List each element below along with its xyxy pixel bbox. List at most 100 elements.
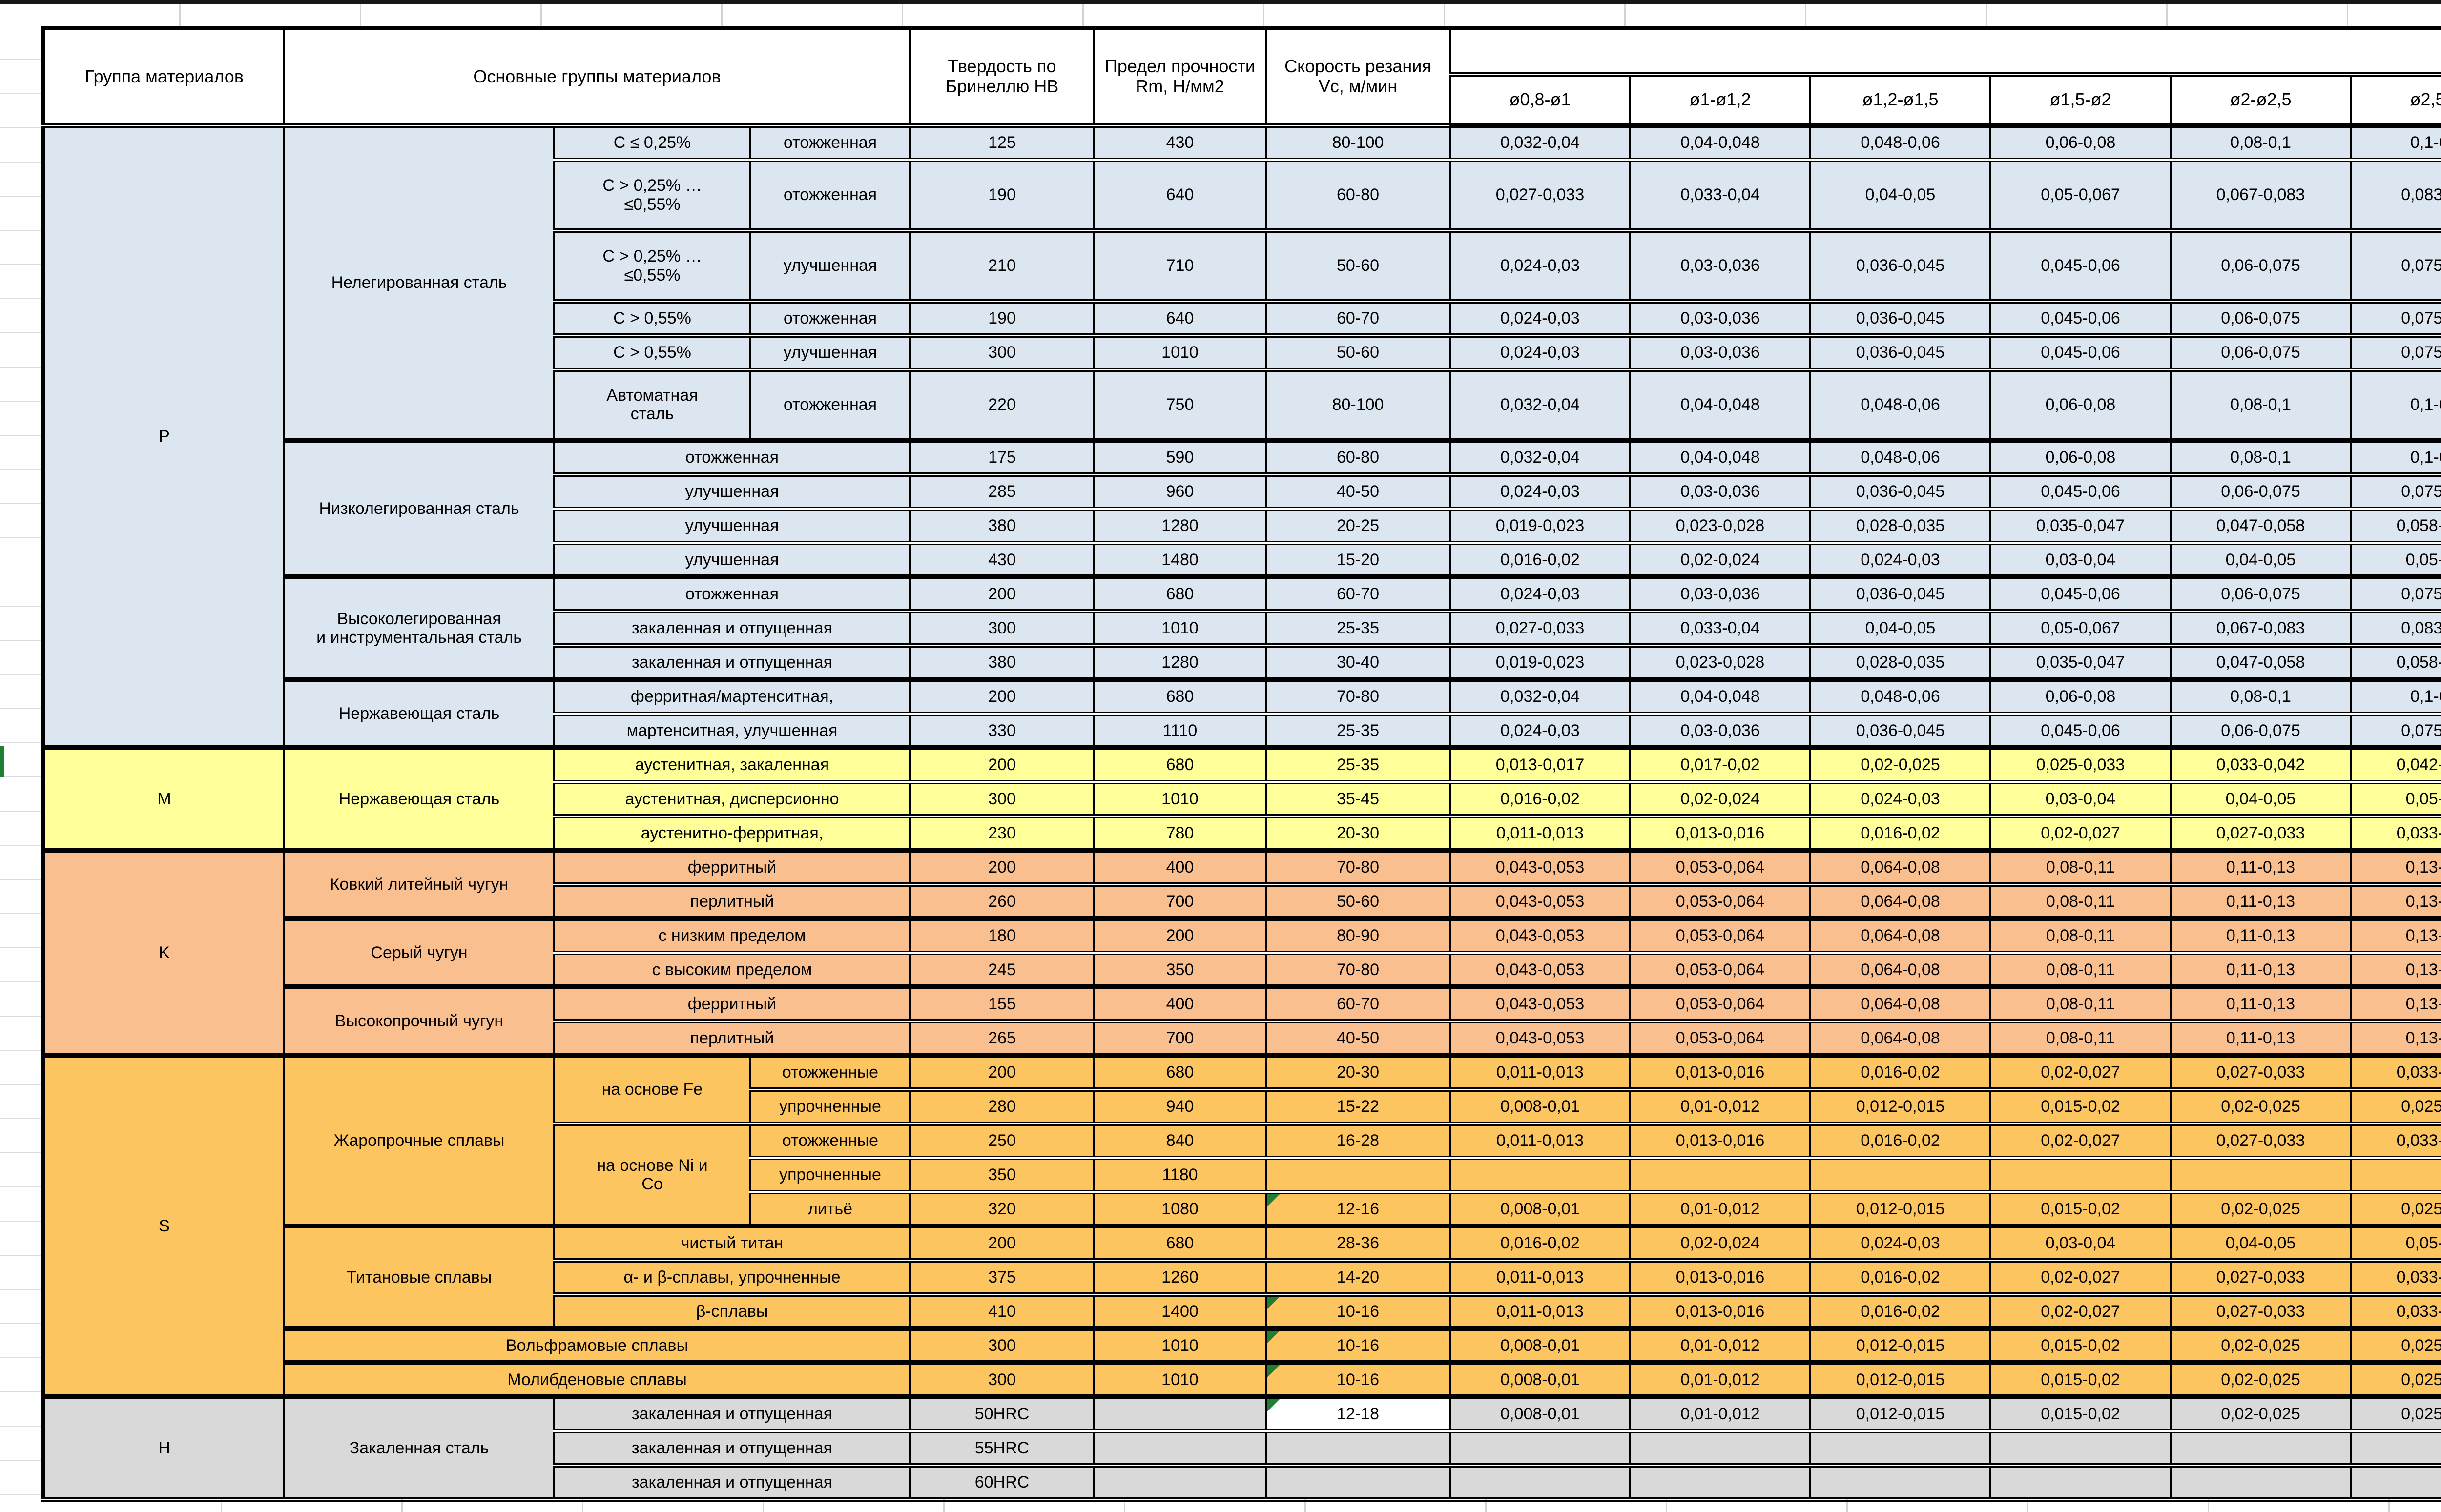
column-header-tensile-strength[interactable]: Предел прочности Rm, Н/мм2 <box>1094 28 1266 125</box>
strength-cell[interactable]: 960 <box>1094 474 1266 509</box>
feed-value-cell[interactable]: 0,02-0,027 <box>1990 816 2171 850</box>
material-label-cell[interactable]: улучшенная <box>554 474 910 509</box>
material-label-cell[interactable]: C ≤ 0,25% <box>554 125 750 160</box>
feed-value-cell[interactable]: 0,025-0,04 <box>2351 1328 2441 1363</box>
strength-cell[interactable]: 1080 <box>1094 1192 1266 1226</box>
hardness-cell[interactable]: 245 <box>910 953 1094 987</box>
feed-value-cell[interactable]: 0,02-0,024 <box>1630 782 1810 816</box>
feed-value-cell[interactable]: 0,04-0,05 <box>2171 782 2351 816</box>
feed-value-cell[interactable]: 0,025-0,04 <box>2351 1363 2441 1397</box>
material-label-cell[interactable]: отожженные <box>750 1055 910 1089</box>
feed-value-cell[interactable]: 0,043-0,053 <box>1450 987 1630 1021</box>
column-header-material-group[interactable]: Группа материалов <box>43 28 284 125</box>
material-label-cell[interactable]: β-сплавы <box>554 1294 910 1328</box>
cutting-speed-cell[interactable]: 40-50 <box>1266 474 1450 509</box>
material-label-cell[interactable]: C > 0,25% … ≤0,55% <box>554 160 750 230</box>
cutting-speed-cell[interactable]: 70-80 <box>1266 679 1450 714</box>
feed-value-cell[interactable]: 0,011-0,013 <box>1450 1260 1630 1294</box>
strength-cell[interactable]: 710 <box>1094 230 1266 301</box>
feed-value-cell[interactable]: 0,048-0,06 <box>1810 440 1990 474</box>
strength-cell[interactable]: 640 <box>1094 160 1266 230</box>
feed-value-cell[interactable]: 0,083-0,13 <box>2351 611 2441 645</box>
feed-value-cell[interactable]: 0,01-0,012 <box>1630 1089 1810 1124</box>
material-label-cell[interactable]: улучшенная <box>750 230 910 301</box>
feed-value-cell[interactable]: 0,048-0,06 <box>1810 125 1990 160</box>
material-label-cell[interactable]: Ковкий литейный чугун <box>284 850 554 919</box>
feed-value-cell[interactable]: 0,033-0,04 <box>1630 160 1810 230</box>
strength-cell[interactable]: 1010 <box>1094 1363 1266 1397</box>
cutting-speed-cell[interactable] <box>1266 1431 1450 1465</box>
cutting-speed-cell[interactable]: 10-16 <box>1266 1328 1450 1363</box>
feed-value-cell[interactable]: 0,016-0,02 <box>1810 1294 1990 1328</box>
material-label-cell[interactable]: чистый титан <box>554 1226 910 1260</box>
feed-value-cell[interactable]: 0,083-0,13 <box>2351 160 2441 230</box>
feed-value-cell[interactable]: 0,016-0,02 <box>1810 1055 1990 1089</box>
strength-cell[interactable]: 680 <box>1094 748 1266 782</box>
feed-value-cell[interactable]: 0,02-0,027 <box>1990 1294 2171 1328</box>
hardness-cell[interactable]: 220 <box>910 369 1094 440</box>
material-label-cell[interactable]: ферритный <box>554 987 910 1021</box>
feed-value-cell[interactable]: 0,08-0,11 <box>1990 987 2171 1021</box>
cutting-speed-cell[interactable]: 25-35 <box>1266 714 1450 748</box>
hardness-cell[interactable]: 180 <box>910 919 1094 953</box>
feed-value-cell[interactable] <box>1990 1158 2171 1192</box>
feed-value-cell[interactable]: 0,023-0,028 <box>1630 509 1810 543</box>
feed-value-cell[interactable]: 0,1-0,16 <box>2351 440 2441 474</box>
strength-cell[interactable]: 780 <box>1094 816 1266 850</box>
hardness-cell[interactable]: 375 <box>910 1260 1094 1294</box>
material-label-cell[interactable]: улучшенная <box>750 335 910 369</box>
feed-value-cell[interactable]: 0,064-0,08 <box>1810 953 1990 987</box>
feed-value-cell[interactable]: 0,01-0,012 <box>1630 1328 1810 1363</box>
feed-value-cell[interactable]: 0,013-0,016 <box>1630 1124 1810 1158</box>
feed-value-cell[interactable]: 0,11-0,13 <box>2171 919 2351 953</box>
feed-value-cell[interactable]: 0,01-0,012 <box>1630 1192 1810 1226</box>
hardness-cell[interactable]: 125 <box>910 125 1094 160</box>
cutting-speed-cell[interactable]: 14-20 <box>1266 1260 1450 1294</box>
cutting-speed-cell[interactable]: 15-20 <box>1266 543 1450 577</box>
feed-value-cell[interactable]: 0,047-0,058 <box>2171 645 2351 679</box>
feed-value-cell[interactable]: 0,045-0,06 <box>1990 474 2171 509</box>
hardness-cell[interactable]: 280 <box>910 1089 1094 1124</box>
column-header-cutting-speed[interactable]: Скорость резания Vc, м/мин <box>1266 28 1450 125</box>
hardness-cell[interactable]: 210 <box>910 230 1094 301</box>
hardness-cell[interactable]: 285 <box>910 474 1094 509</box>
column-header-diameter-range[interactable]: ø1,5-ø2 <box>1990 74 2171 125</box>
column-header-feed[interactable]: Подача Fn, мм/об <box>1450 28 2441 74</box>
strength-cell[interactable]: 640 <box>1094 301 1266 335</box>
feed-value-cell[interactable]: 0,11-0,13 <box>2171 850 2351 884</box>
feed-value-cell[interactable]: 0,025-0,033 <box>1990 748 2171 782</box>
feed-value-cell[interactable]: 0,04-0,05 <box>2171 1226 2351 1260</box>
feed-value-cell[interactable]: 0,03-0,036 <box>1630 301 1810 335</box>
feed-value-cell[interactable]: 0,015-0,02 <box>1990 1397 2171 1431</box>
feed-value-cell[interactable]: 0,015-0,02 <box>1990 1192 2171 1226</box>
cutting-speed-cell[interactable]: 12-18 <box>1266 1397 1450 1431</box>
hardness-cell[interactable]: 190 <box>910 301 1094 335</box>
feed-value-cell[interactable]: 0,008-0,01 <box>1450 1363 1630 1397</box>
feed-value-cell[interactable]: 0,03-0,036 <box>1630 230 1810 301</box>
feed-value-cell[interactable]: 0,033-0,053 <box>2351 816 2441 850</box>
material-label-cell[interactable]: литьё <box>750 1192 910 1226</box>
feed-value-cell[interactable]: 0,027-0,033 <box>2171 816 2351 850</box>
strength-cell[interactable]: 680 <box>1094 679 1266 714</box>
cutting-speed-cell[interactable]: 50-60 <box>1266 884 1450 919</box>
material-label-cell[interactable]: улучшенная <box>554 509 910 543</box>
cutting-speed-cell[interactable]: 60-70 <box>1266 577 1450 611</box>
hardness-cell[interactable]: 175 <box>910 440 1094 474</box>
feed-value-cell[interactable]: 0,012-0,015 <box>1810 1328 1990 1363</box>
feed-value-cell[interactable]: 0,03-0,036 <box>1630 577 1810 611</box>
feed-value-cell[interactable] <box>1630 1465 1810 1499</box>
feed-value-cell[interactable]: 0,053-0,064 <box>1630 919 1810 953</box>
feed-value-cell[interactable]: 0,019-0,023 <box>1450 645 1630 679</box>
feed-value-cell[interactable]: 0,011-0,013 <box>1450 1124 1630 1158</box>
feed-value-cell[interactable]: 0,032-0,04 <box>1450 440 1630 474</box>
cutting-speed-cell[interactable]: 60-70 <box>1266 301 1450 335</box>
feed-value-cell[interactable]: 0,13-0,21 <box>2351 953 2441 987</box>
material-label-cell[interactable]: Серый чугун <box>284 919 554 987</box>
column-header-diameter-range[interactable]: ø2,5-ø4 <box>2351 74 2441 125</box>
strength-cell[interactable]: 1280 <box>1094 509 1266 543</box>
feed-value-cell[interactable]: 0,064-0,08 <box>1810 1021 1990 1055</box>
strength-cell[interactable]: 400 <box>1094 987 1266 1021</box>
cutting-speed-cell[interactable]: 70-80 <box>1266 850 1450 884</box>
hardness-cell[interactable]: 300 <box>910 782 1094 816</box>
feed-value-cell[interactable]: 0,032-0,04 <box>1450 679 1630 714</box>
